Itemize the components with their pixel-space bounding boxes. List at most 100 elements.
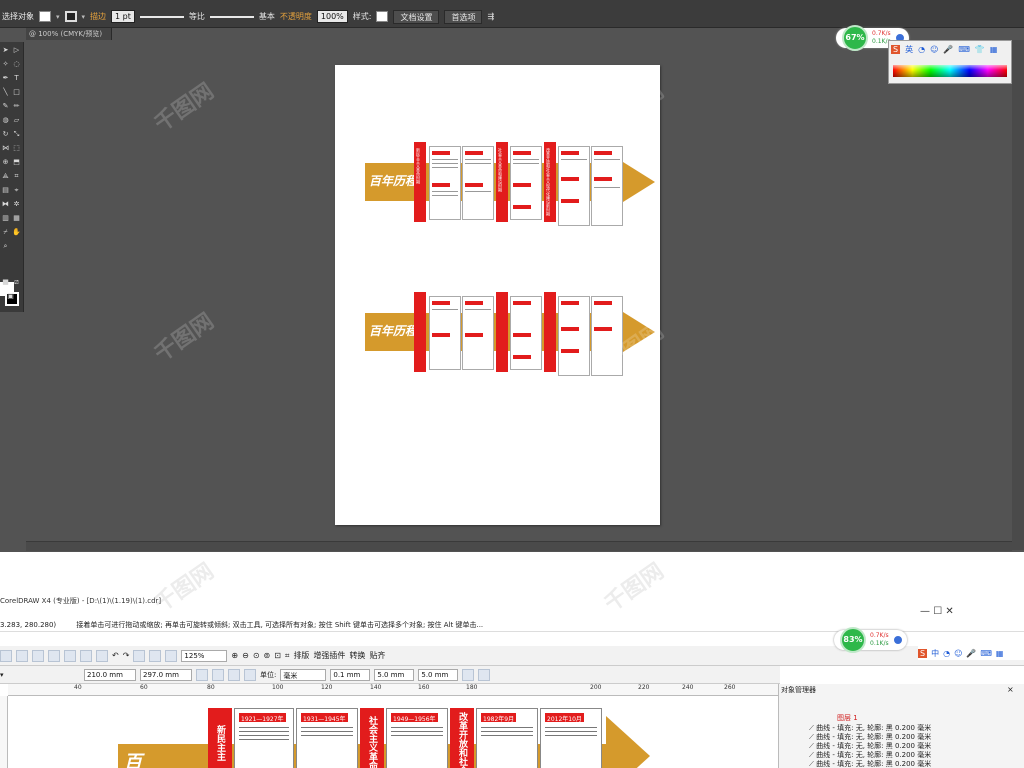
horizontal-scrollbar[interactable] [26, 541, 1012, 551]
keyboard-icon[interactable]: ⌨ [980, 649, 992, 658]
line-tool-icon[interactable]: ╲ [1, 88, 10, 97]
zoom-all-icon[interactable]: ⊚ [264, 651, 271, 660]
scale-tool-icon[interactable]: ⤡ [12, 130, 21, 139]
direct-selection-tool-icon[interactable]: ▷ [12, 46, 21, 55]
punctuation-icon[interactable]: ◔ [943, 649, 950, 658]
document-tab[interactable]: @ 100% (CMYK/预览) [26, 28, 112, 40]
open-icon[interactable] [16, 649, 28, 662]
hand-tool-icon[interactable]: ✋ [12, 228, 21, 237]
ime-language[interactable]: 英 [905, 44, 913, 55]
paste-icon[interactable] [96, 649, 108, 662]
chevron-down-icon[interactable]: ▾ [82, 13, 86, 21]
emoji-icon[interactable]: ☺ [930, 45, 938, 54]
stroke-label[interactable]: 描边 [90, 11, 106, 22]
free-transform-tool-icon[interactable]: ⬚ [12, 144, 21, 153]
preferences-button[interactable]: 首选项 [444, 9, 483, 24]
align-icon[interactable]: ⇶ [487, 12, 494, 21]
duplicate-x-field[interactable]: 5.0 mm [374, 668, 415, 681]
none-mode-icon[interactable]: ⧄ [12, 278, 21, 287]
zoom-in-icon[interactable]: ⊕ [231, 651, 238, 660]
voice-icon[interactable]: 🎤 [966, 649, 976, 658]
color-spectrum[interactable] [893, 65, 1007, 77]
document-settings-button[interactable]: 文档设置 [393, 9, 440, 24]
pen-tool-icon[interactable]: ✒ [1, 74, 10, 83]
new-icon[interactable] [0, 649, 12, 662]
page-height-field[interactable]: 297.0 mm [140, 668, 192, 681]
selection-tool-icon[interactable]: ➤ [1, 46, 10, 55]
column-graph-tool-icon[interactable]: ▥ [1, 214, 10, 223]
copy-icon[interactable] [80, 649, 92, 662]
slice-tool-icon[interactable]: ⌿ [1, 228, 10, 237]
eraser-tool-icon[interactable]: ▱ [12, 116, 21, 125]
export-icon[interactable] [149, 649, 162, 662]
timeline-graphic-1[interactable]: 百年历程 新民主主义革命时期 社会主义革命和建设时期 改革开放和社会主义现代化建… [365, 140, 660, 230]
page-size-select[interactable]: ▾ [0, 671, 80, 679]
convert-button[interactable]: 转换 [349, 650, 365, 661]
app-launcher-icon[interactable] [165, 649, 178, 662]
opacity-label[interactable]: 不透明度 [280, 11, 312, 22]
shape-builder-tool-icon[interactable]: ⊕ [1, 158, 10, 167]
emoji-icon[interactable]: ☺ [954, 649, 962, 658]
duplicate-y-field[interactable]: 5.0 mm [418, 668, 459, 681]
gradient-tool-icon[interactable]: ▤ [1, 186, 10, 195]
undo-icon[interactable]: ↶ [112, 651, 119, 660]
object-row[interactable]: 曲线 - 填充: 无, 轮廓: 黑 0.200 毫米 [809, 759, 931, 768]
opacity-field[interactable]: 100% [316, 10, 348, 23]
toolbox-icon[interactable]: ▦ [996, 649, 1004, 658]
brush-preview[interactable] [209, 12, 254, 22]
timeline-graphic-2[interactable]: 百年历程 [365, 290, 660, 380]
lasso-tool-icon[interactable]: ◌ [12, 60, 21, 69]
color-panel[interactable]: S 英 ◔ ☺ 🎤 ⌨ 👕 ▦ [888, 40, 1012, 84]
options-icon[interactable] [478, 668, 491, 681]
minimize-icon[interactable]: — [920, 606, 930, 617]
print-icon[interactable] [48, 649, 60, 662]
page-width-field[interactable]: 210.0 mm [84, 668, 136, 681]
zoom-selected-icon[interactable]: ⊙ [253, 651, 260, 660]
mesh-tool-icon[interactable]: ⌗ [12, 172, 21, 181]
portrait-icon[interactable] [196, 668, 208, 681]
layer-row[interactable]: 图层 1 [837, 713, 858, 723]
artboard-tool-icon[interactable]: ▦ [12, 214, 21, 223]
layout-button[interactable]: 排版 [293, 650, 309, 661]
blend-tool-icon[interactable]: ⧓ [1, 200, 10, 209]
snap-button[interactable]: 贴齐 [369, 650, 385, 661]
treat-as-filled-icon[interactable] [462, 668, 475, 681]
current-page-icon[interactable] [244, 668, 256, 681]
color-mode-icon[interactable]: ■ [1, 278, 10, 287]
artboard[interactable]: 百年历程 新民主主义革命时期 社会主义革命和建设时期 改革开放和社会主义现代化建… [335, 65, 660, 525]
zoom-level-field[interactable]: 125% [181, 649, 228, 662]
zoom-page-icon[interactable]: ⊡ [274, 651, 281, 660]
save-icon[interactable] [32, 649, 44, 662]
cut-icon[interactable] [64, 649, 76, 662]
toolbox-icon[interactable]: ▦ [990, 45, 998, 54]
all-pages-icon[interactable] [228, 668, 240, 681]
accelerator-icon[interactable] [892, 635, 903, 645]
rotate-tool-icon[interactable]: ↻ [1, 130, 10, 139]
perspective-grid-tool-icon[interactable]: ⟁ [1, 172, 10, 181]
sogou-icon[interactable]: S [918, 648, 928, 658]
maximize-icon[interactable]: ☐ [933, 606, 942, 617]
type-tool-icon[interactable]: T [12, 74, 21, 83]
window-controls[interactable]: — ☐ ✕ [920, 606, 954, 617]
units-select[interactable]: 毫米 [280, 668, 327, 681]
vertical-scrollbar[interactable] [1012, 40, 1024, 550]
live-paint-tool-icon[interactable]: ⬒ [12, 158, 21, 167]
stroke-profile-preview[interactable] [139, 12, 184, 22]
network-speed-widget[interactable]: 83% 0.7K/s 0.1K/s [834, 627, 907, 653]
zoom-tool-icon[interactable]: ⌕ [1, 242, 10, 251]
screen-mode-icon[interactable]: ▣ [6, 292, 15, 301]
redo-icon[interactable]: ↷ [123, 651, 130, 660]
zoom-out-icon[interactable]: ⊖ [242, 651, 249, 660]
drawing-canvas[interactable]: 百 新民主主 1921—1927年 1931—1945年 社会主义革命 1949… [8, 696, 778, 768]
stroke-profile-label[interactable]: 等比 [189, 11, 205, 22]
paintbrush-tool-icon[interactable]: ✎ [1, 102, 10, 111]
magic-wand-tool-icon[interactable]: ✧ [1, 60, 10, 69]
symbol-sprayer-tool-icon[interactable]: ✲ [12, 200, 21, 209]
punctuation-icon[interactable]: ◔ [918, 45, 925, 54]
blob-brush-tool-icon[interactable]: ◍ [1, 116, 10, 125]
rectangle-tool-icon[interactable]: □ [12, 88, 21, 97]
sogou-icon[interactable]: S [891, 44, 901, 54]
voice-icon[interactable]: 🎤 [943, 45, 953, 54]
stroke-swatch[interactable] [64, 11, 77, 22]
chevron-down-icon[interactable]: ▾ [56, 13, 60, 21]
